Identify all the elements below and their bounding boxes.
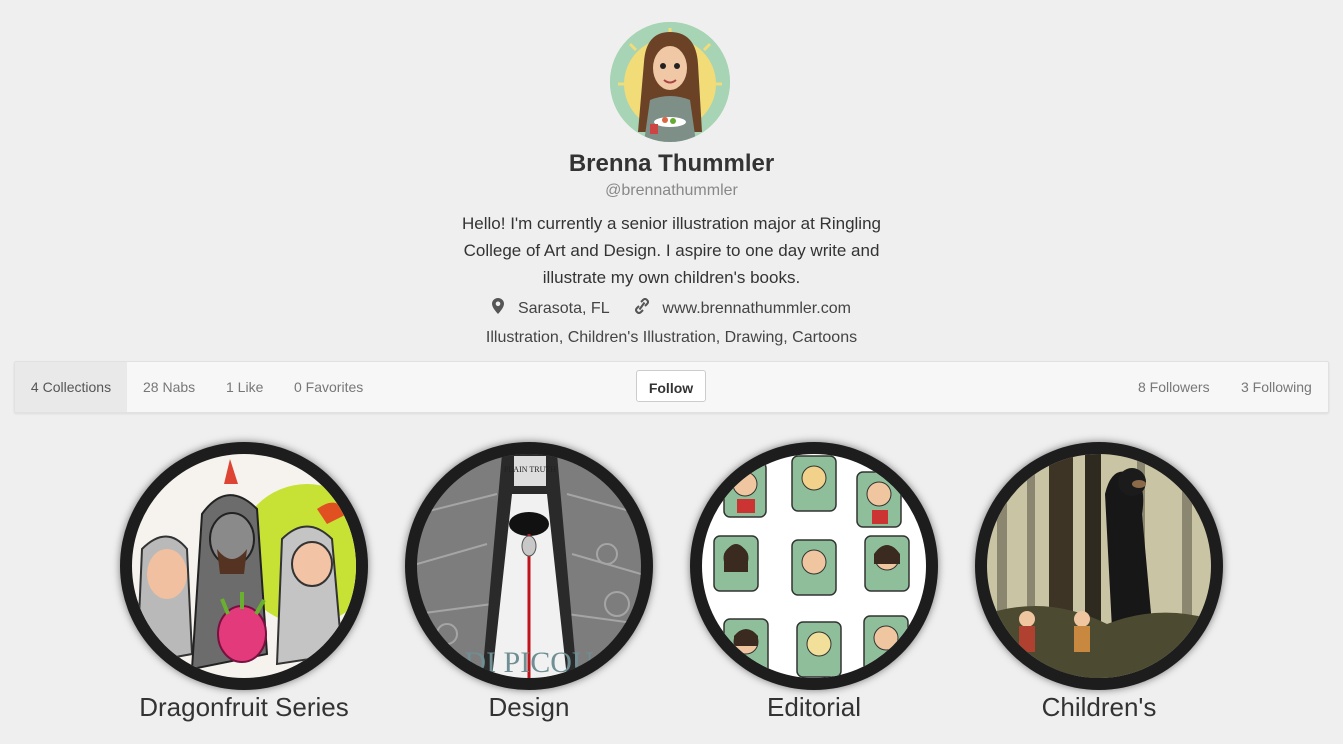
profile-tags: Illustration, Children's Illustration, D… — [485, 329, 858, 346]
collection-thumbnail-childrens[interactable] — [975, 442, 1223, 690]
profile-name: Brenna Thummler — [568, 150, 775, 177]
collection-title-design[interactable]: Design — [379, 692, 679, 723]
follow-button[interactable]: Follow — [636, 370, 706, 402]
profile-stats-bar: 4 Collections 28 Nabs 1 Like 0 Favorites… — [14, 361, 1329, 413]
profile-website-link[interactable]: www.brennathummler.com — [662, 300, 851, 318]
poster-bottom-text: DI PICOU — [464, 646, 594, 678]
followers-link[interactable]: 8 Followers — [1138, 362, 1210, 412]
collection-title-dragonfruit[interactable]: Dragonfruit Series — [94, 692, 394, 723]
profile-bio: Hello! I'm currently a senior illustrati… — [462, 214, 881, 287]
collection-thumbnail-dragonfruit[interactable] — [120, 442, 368, 690]
map-marker-icon — [492, 298, 505, 319]
collection-thumbnail-design[interactable]: PLAIN TRUTH DI PICOU — [405, 442, 653, 690]
tab-favorites[interactable]: 0 Favorites — [294, 362, 363, 412]
following-link[interactable]: 3 Following — [1241, 362, 1312, 412]
tab-likes[interactable]: 1 Like — [226, 362, 263, 412]
profile-meta: Sarasota, FL www.brennathummler.com — [0, 298, 1343, 319]
tab-collections[interactable]: 4 Collections — [15, 362, 127, 412]
profile-location: Sarasota, FL — [517, 299, 610, 317]
tab-nabs[interactable]: 28 Nabs — [143, 362, 195, 412]
link-icon — [634, 298, 649, 319]
collection-thumbnail-editorial[interactable] — [690, 442, 938, 690]
poster-title-text: PLAIN TRUTH — [504, 465, 556, 474]
profile-avatar[interactable] — [610, 22, 730, 142]
profile-handle: @brennathummler — [605, 182, 738, 199]
collection-title-childrens[interactable]: Children's — [949, 692, 1249, 723]
collection-title-editorial[interactable]: Editorial — [664, 692, 964, 723]
